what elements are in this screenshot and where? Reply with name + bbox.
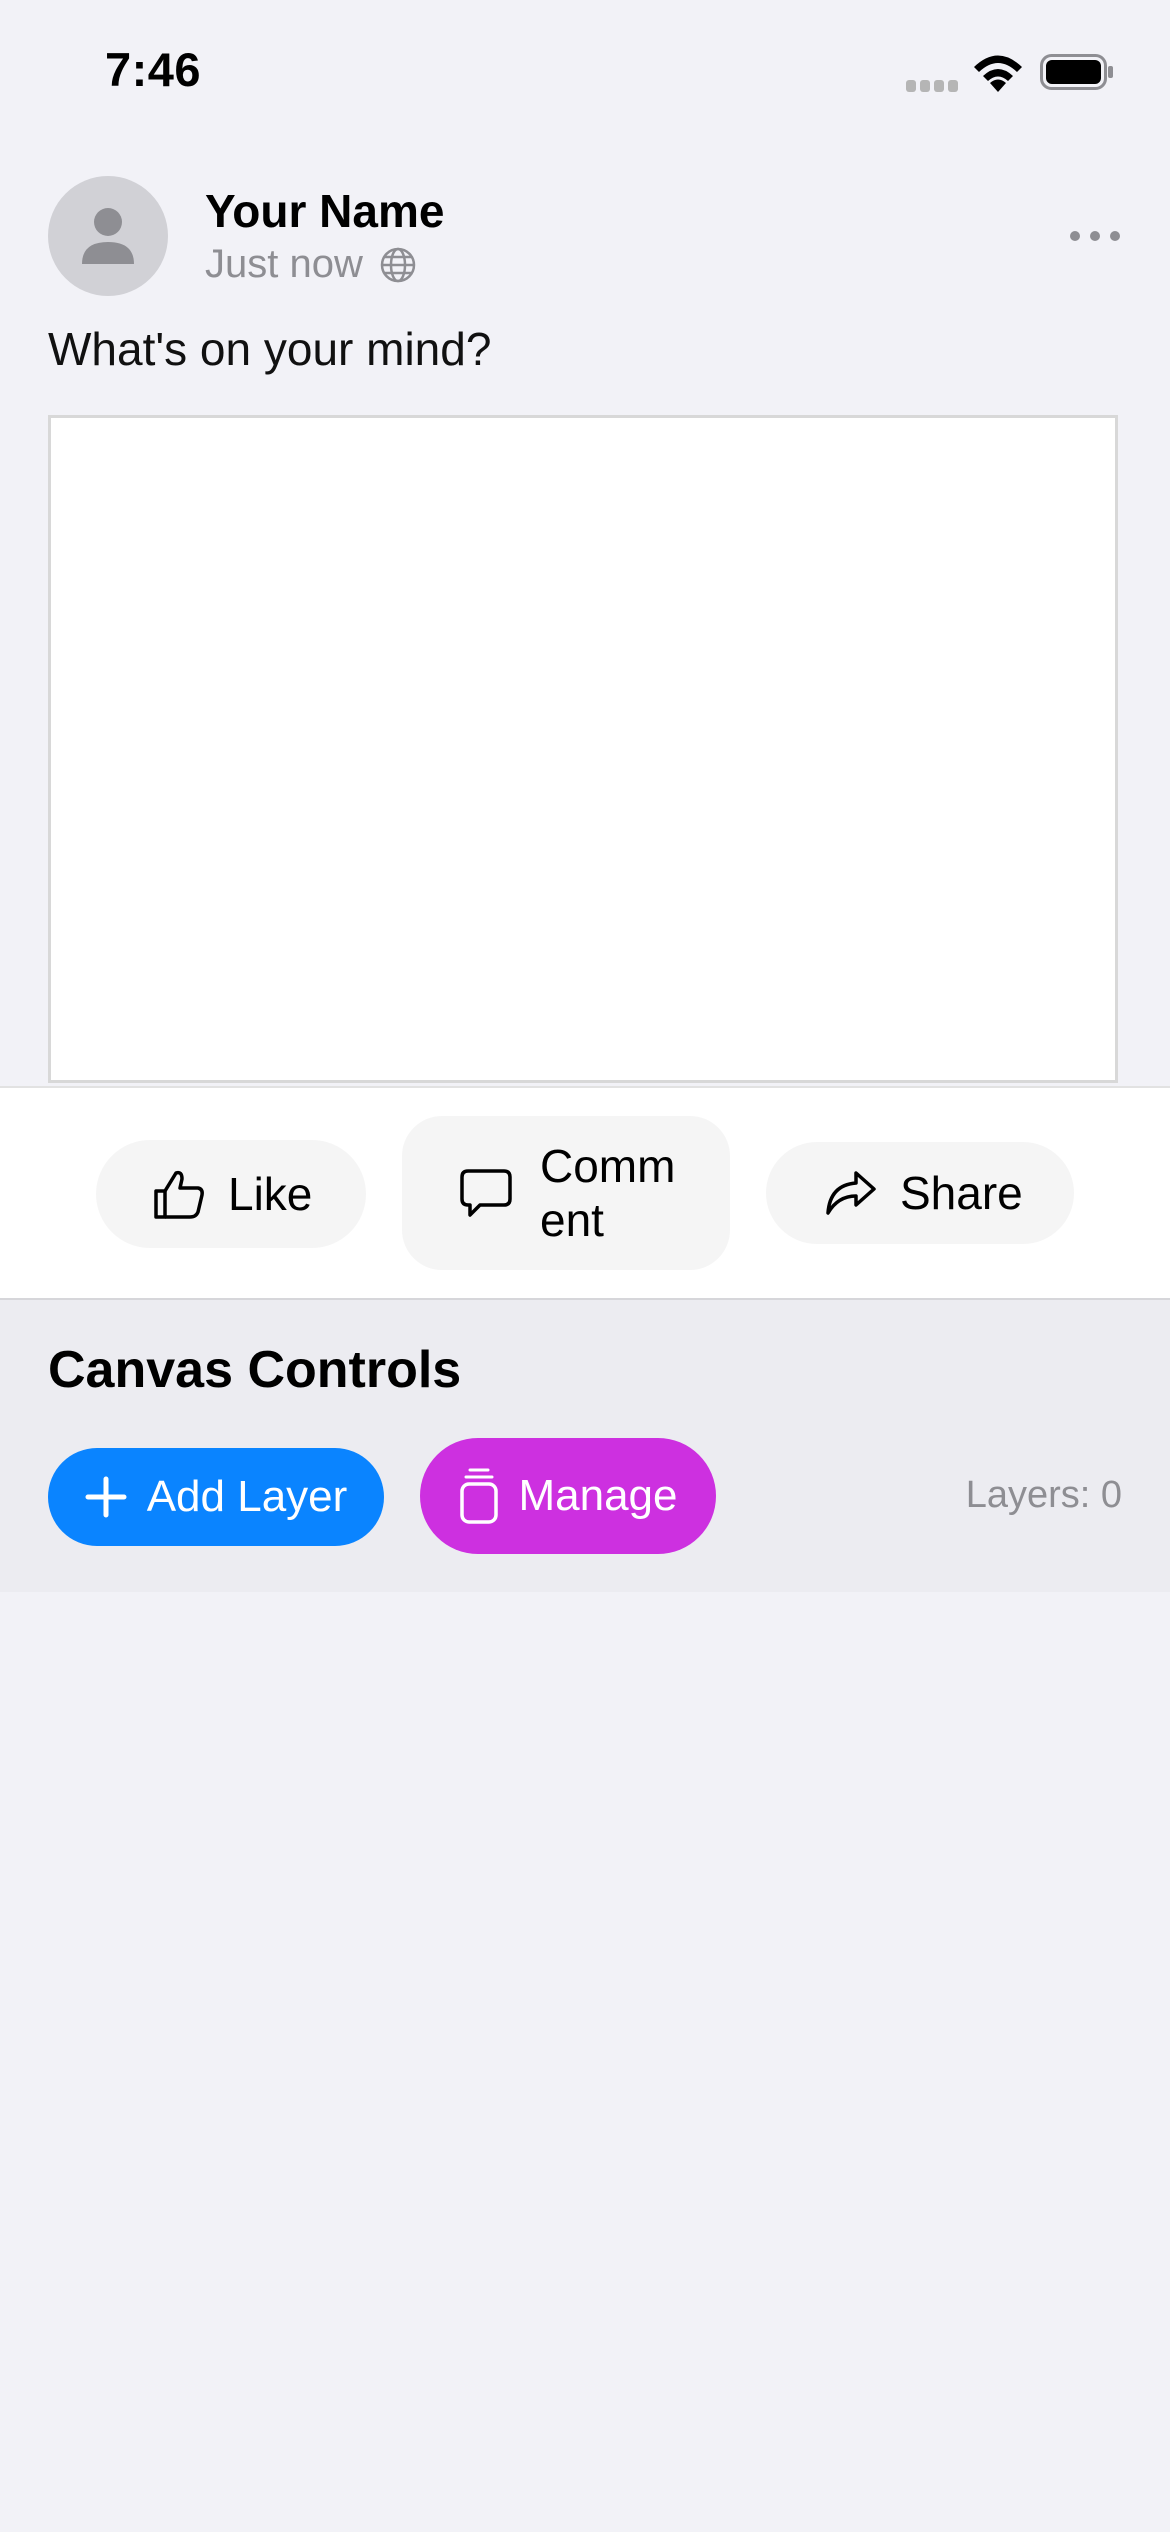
more-options-icon[interactable]: [1070, 228, 1120, 244]
comment-bubble-icon: [460, 1169, 512, 1217]
layers-stack-icon: [460, 1468, 499, 1524]
status-bar-time: 7:46: [105, 43, 202, 96]
comment-label: Comment: [540, 1140, 676, 1246]
post-prompt[interactable]: What's on your mind?: [48, 322, 491, 376]
manage-label: Manage: [518, 1471, 678, 1520]
share-button[interactable]: Share: [766, 1142, 1074, 1244]
post-timestamp: Just now: [205, 242, 363, 286]
wifi-icon: [974, 55, 1022, 92]
battery-icon: [1040, 54, 1113, 90]
drawing-canvas[interactable]: [48, 415, 1118, 1083]
share-arrow-icon: [826, 1171, 876, 1215]
avatar[interactable]: [48, 176, 168, 296]
like-label: Like: [228, 1168, 313, 1220]
manage-layers-button[interactable]: Manage: [420, 1438, 716, 1554]
cellular-signal-icon: [906, 80, 958, 92]
add-layer-button[interactable]: Add Layer: [48, 1448, 384, 1546]
person-icon: [82, 208, 134, 264]
like-button[interactable]: Like: [96, 1140, 366, 1248]
author-name[interactable]: Your Name: [205, 184, 444, 238]
share-label: Share: [900, 1167, 1023, 1219]
globe-icon: [380, 247, 416, 282]
thumbs-up-icon: [154, 1170, 204, 1219]
add-layer-label: Add Layer: [146, 1472, 348, 1521]
layer-count: Layers: 0: [965, 1474, 1122, 1516]
plus-icon: [85, 1476, 127, 1518]
comment-button[interactable]: Comment: [402, 1116, 730, 1270]
canvas-controls-title: Canvas Controls: [48, 1341, 462, 1399]
post-meta: Just now: [205, 242, 417, 287]
